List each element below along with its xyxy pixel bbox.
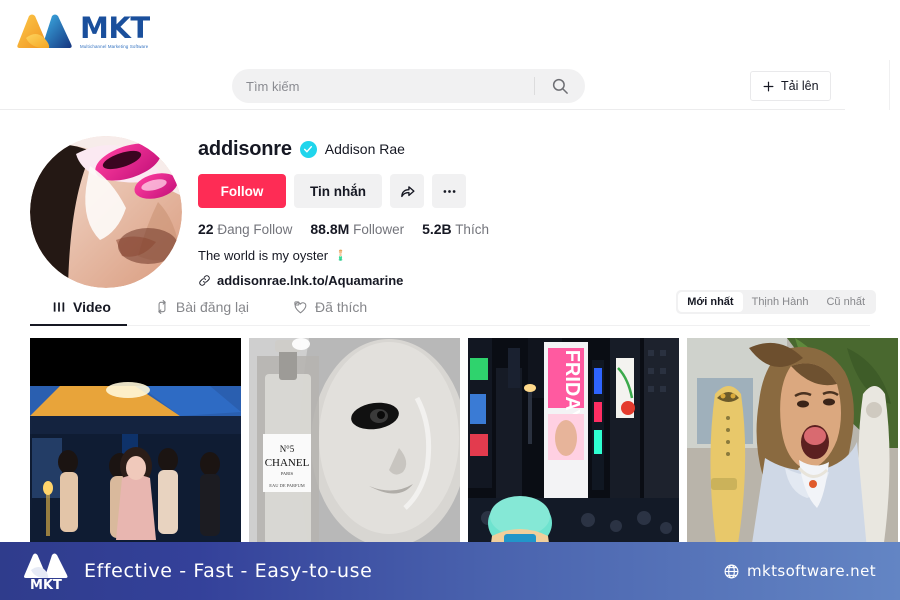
tab-liked-label: Đã thích xyxy=(315,299,368,315)
stat-followers: 88.8M Follower xyxy=(310,221,404,237)
search-button[interactable] xyxy=(535,69,585,103)
footer-site-text: mktsoftware.net xyxy=(747,562,876,580)
stat-following-value: 22 xyxy=(198,221,214,237)
profile-actions: Follow Tin nhắn xyxy=(198,174,758,208)
tab-reposts-label: Bài đăng lại xyxy=(175,299,250,315)
search-box[interactable] xyxy=(232,69,585,103)
tab-liked[interactable]: Đã thích xyxy=(271,290,389,324)
profile-link[interactable]: addisonrae.lnk.to/Aquamarine xyxy=(198,273,758,288)
search-input[interactable] xyxy=(232,78,534,94)
footer-logo-mark: MKT xyxy=(24,553,68,593)
video-thumb-times-square[interactable]: FRIDAY xyxy=(468,338,679,550)
share-arrow-icon xyxy=(400,185,415,197)
svg-text:EAU DE PARFUM: EAU DE PARFUM xyxy=(269,483,305,488)
bio-text: The world is my oyster xyxy=(198,248,329,263)
globe-icon xyxy=(724,564,739,578)
avatar-image xyxy=(30,136,182,288)
footer-mkt-logo: MKT xyxy=(22,550,70,593)
stat-followers-label: Follower xyxy=(353,222,405,237)
tab-reposts[interactable]: Bài đăng lại xyxy=(133,290,271,324)
tabs-divider xyxy=(30,325,870,326)
ellipsis-icon xyxy=(443,189,455,193)
profile-display-name: Addison Rae xyxy=(324,141,405,157)
more-options-button[interactable] xyxy=(432,174,466,208)
profile-info: addisonre Addison Rae Follow Tin nhắn 22… xyxy=(198,136,758,288)
footer-banner: MKT Effective - Fast - Easy-to-use mktso… xyxy=(0,542,900,600)
video-thumb-surfboards[interactable] xyxy=(687,338,898,550)
footer-website[interactable]: mktsoftware.net xyxy=(723,562,876,580)
video-thumb-dance-party[interactable] xyxy=(30,338,241,550)
check-glyph xyxy=(304,146,313,153)
profile-bio: The world is my oyster xyxy=(198,248,758,263)
brand-name: MKT xyxy=(80,11,150,46)
footer-slogan: Effective - Fast - Easy-to-use xyxy=(84,560,373,582)
footer-logo-text: MKT xyxy=(30,578,62,593)
header-right-edge xyxy=(889,60,890,110)
svg-text:CHANEL: CHANEL xyxy=(265,457,310,469)
upload-label: Tải lên xyxy=(781,79,819,93)
tab-videos[interactable]: Video xyxy=(30,290,133,324)
heart-lock-icon xyxy=(294,300,307,313)
profile-link-text: addisonrae.lnk.to/Aquamarine xyxy=(217,273,404,288)
avatar[interactable] xyxy=(30,136,182,288)
stat-following-label: Đang Follow xyxy=(217,222,293,237)
tab-videos-label: Video xyxy=(73,299,111,315)
video-thumb-chanel-mask[interactable]: N°5 CHANEL PARIS EAU DE PARFUM xyxy=(249,338,460,550)
video-grid: N°5 CHANEL PARIS EAU DE PARFUM FRIDAY xyxy=(30,338,898,550)
mkt-wordmark: MKT Multichannel Marketing Software xyxy=(80,14,150,49)
sort-newest[interactable]: Mới nhất xyxy=(678,292,743,312)
share-button[interactable] xyxy=(390,174,424,208)
upload-button[interactable]: Tải lên xyxy=(750,71,831,101)
stat-likes-value: 5.2B xyxy=(422,221,452,237)
header-divider xyxy=(0,109,845,110)
content-tabs-bar: Video Bài đăng lại Đã thích Mới nhất Thị… xyxy=(0,290,900,326)
sort-toggle: Mới nhất Thịnh Hành Cũ nhất xyxy=(676,290,876,314)
content-tabs: Video Bài đăng lại Đã thích xyxy=(30,290,389,324)
follow-button[interactable]: Follow xyxy=(198,174,286,208)
stat-following: 22 Đang Follow xyxy=(198,221,292,237)
sort-oldest[interactable]: Cũ nhất xyxy=(817,292,874,312)
mkt-logo-mark xyxy=(17,14,72,48)
tiktok-profile-page: MKT Multichannel Marketing Software Tải … xyxy=(0,0,900,600)
repost-arrows-icon xyxy=(158,300,166,314)
grid-bars-icon xyxy=(53,302,65,312)
plus-icon xyxy=(763,81,774,91)
profile-stats: 22 Đang Follow 88.8M Follower 5.2B Thích xyxy=(198,221,758,237)
verified-check-icon xyxy=(299,140,317,158)
thumb-image-2: N°5 CHANEL PARIS EAU DE PARFUM xyxy=(249,338,460,550)
message-button[interactable]: Tin nhắn xyxy=(294,174,382,208)
search-icon xyxy=(552,78,568,94)
stat-likes-label: Thích xyxy=(455,222,489,237)
top-bar: MKT Multichannel Marketing Software Tải … xyxy=(0,0,900,110)
stat-followers-value: 88.8M xyxy=(310,221,350,237)
svg-text:N°5: N°5 xyxy=(280,444,295,454)
mermaid-emoji xyxy=(338,249,343,261)
svg-text:FRIDAY: FRIDAY xyxy=(561,350,583,423)
name-row: addisonre Addison Rae xyxy=(198,136,758,162)
thumb-image-4 xyxy=(687,338,898,550)
profile-username: addisonre xyxy=(198,137,292,160)
mkt-logo[interactable]: MKT Multichannel Marketing Software xyxy=(16,12,150,52)
brand-tagline: Multichannel Marketing Software xyxy=(80,44,149,50)
svg-text:PARIS: PARIS xyxy=(281,471,294,476)
thumb-image-1 xyxy=(30,338,241,550)
sort-trending[interactable]: Thịnh Hành xyxy=(743,292,818,312)
link-chain-icon xyxy=(199,275,210,286)
thumb-image-3: FRIDAY xyxy=(468,338,679,550)
stat-likes: 5.2B Thích xyxy=(422,221,489,237)
active-tab-underline xyxy=(30,324,127,326)
